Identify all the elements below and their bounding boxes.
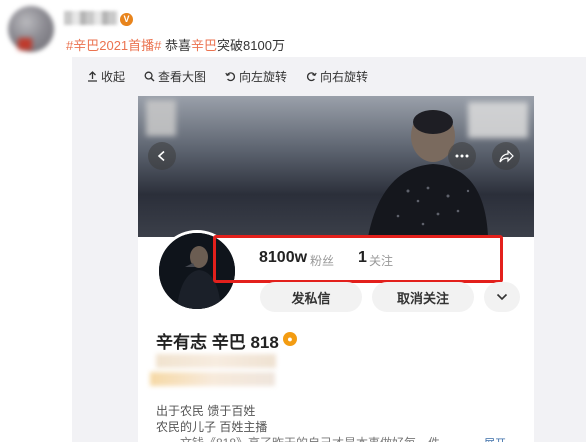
more-options-button[interactable] [484, 282, 520, 312]
profile-username: 辛有志 辛巴 818 [156, 333, 279, 352]
view-large-label: 查看大图 [158, 69, 207, 84]
collapse-icon [86, 70, 98, 82]
rotate-right-label: 向右旋转 [320, 69, 369, 84]
banner-blur-right [468, 102, 528, 138]
profile-screenshot[interactable]: 8100w 粉丝 1 关注 发私信 取消关注 辛有志 辛巴 818 ● 出于农民… [138, 96, 534, 442]
bio-expand-link[interactable]: 展开 [484, 435, 506, 442]
followers-count[interactable]: 8100w [259, 249, 307, 267]
back-chevron-icon [157, 150, 165, 162]
bio-line-1: 出于农民 馈于百姓 [156, 404, 256, 418]
poster-avatar[interactable] [8, 6, 54, 52]
view-large-button[interactable]: 查看大图 [143, 67, 206, 85]
vip-badge: V [120, 13, 133, 26]
profile-banner [138, 96, 534, 237]
level-badge: ● [283, 332, 297, 346]
share-button[interactable] [492, 142, 520, 170]
collapse-button[interactable]: 收起 [86, 67, 125, 85]
banner-blur-left [146, 100, 176, 136]
collapse-label: 收起 [101, 69, 126, 84]
following-label[interactable]: 关注 [369, 252, 393, 269]
message-button[interactable]: 发私信 [260, 282, 362, 312]
followers-label[interactable]: 粉丝 [310, 252, 334, 269]
share-icon [498, 149, 514, 162]
bio-line-3: …一文钱《818》高了昨天的自己才是本事做好每一件 [156, 434, 440, 442]
post-text-after: 突破8100万 [217, 38, 285, 53]
bio-line-2: 农民的儿子 百姓主播 [156, 420, 268, 434]
unfollow-button[interactable]: 取消关注 [372, 282, 474, 312]
search-icon [143, 70, 155, 82]
rotate-right-icon [305, 70, 317, 82]
more-button[interactable] [448, 142, 476, 170]
poster-name-blurred[interactable] [64, 11, 118, 25]
post-text-before: 恭喜 [161, 38, 192, 53]
rotate-left-label: 向左旋转 [239, 69, 288, 84]
following-count[interactable]: 1 [358, 249, 367, 267]
blurred-info-line-2 [150, 372, 275, 386]
rotate-right-button[interactable]: 向右旋转 [305, 67, 368, 85]
post-text: #辛巴2021首播# 恭喜辛巴突破8100万 [66, 35, 285, 54]
more-dots-icon [455, 154, 469, 158]
chevron-down-icon [496, 293, 508, 301]
viewer-toolbar: 收起 查看大图 向左旋转 向右旋转 [86, 67, 368, 85]
post-highlight-name[interactable]: 辛巴 [191, 38, 217, 53]
blurred-info-line-1 [156, 354, 276, 368]
back-button[interactable] [148, 142, 176, 170]
rotate-left-icon [224, 70, 236, 82]
rotate-left-button[interactable]: 向左旋转 [224, 67, 287, 85]
post-hashtag[interactable]: #辛巴2021首播# [66, 38, 161, 53]
